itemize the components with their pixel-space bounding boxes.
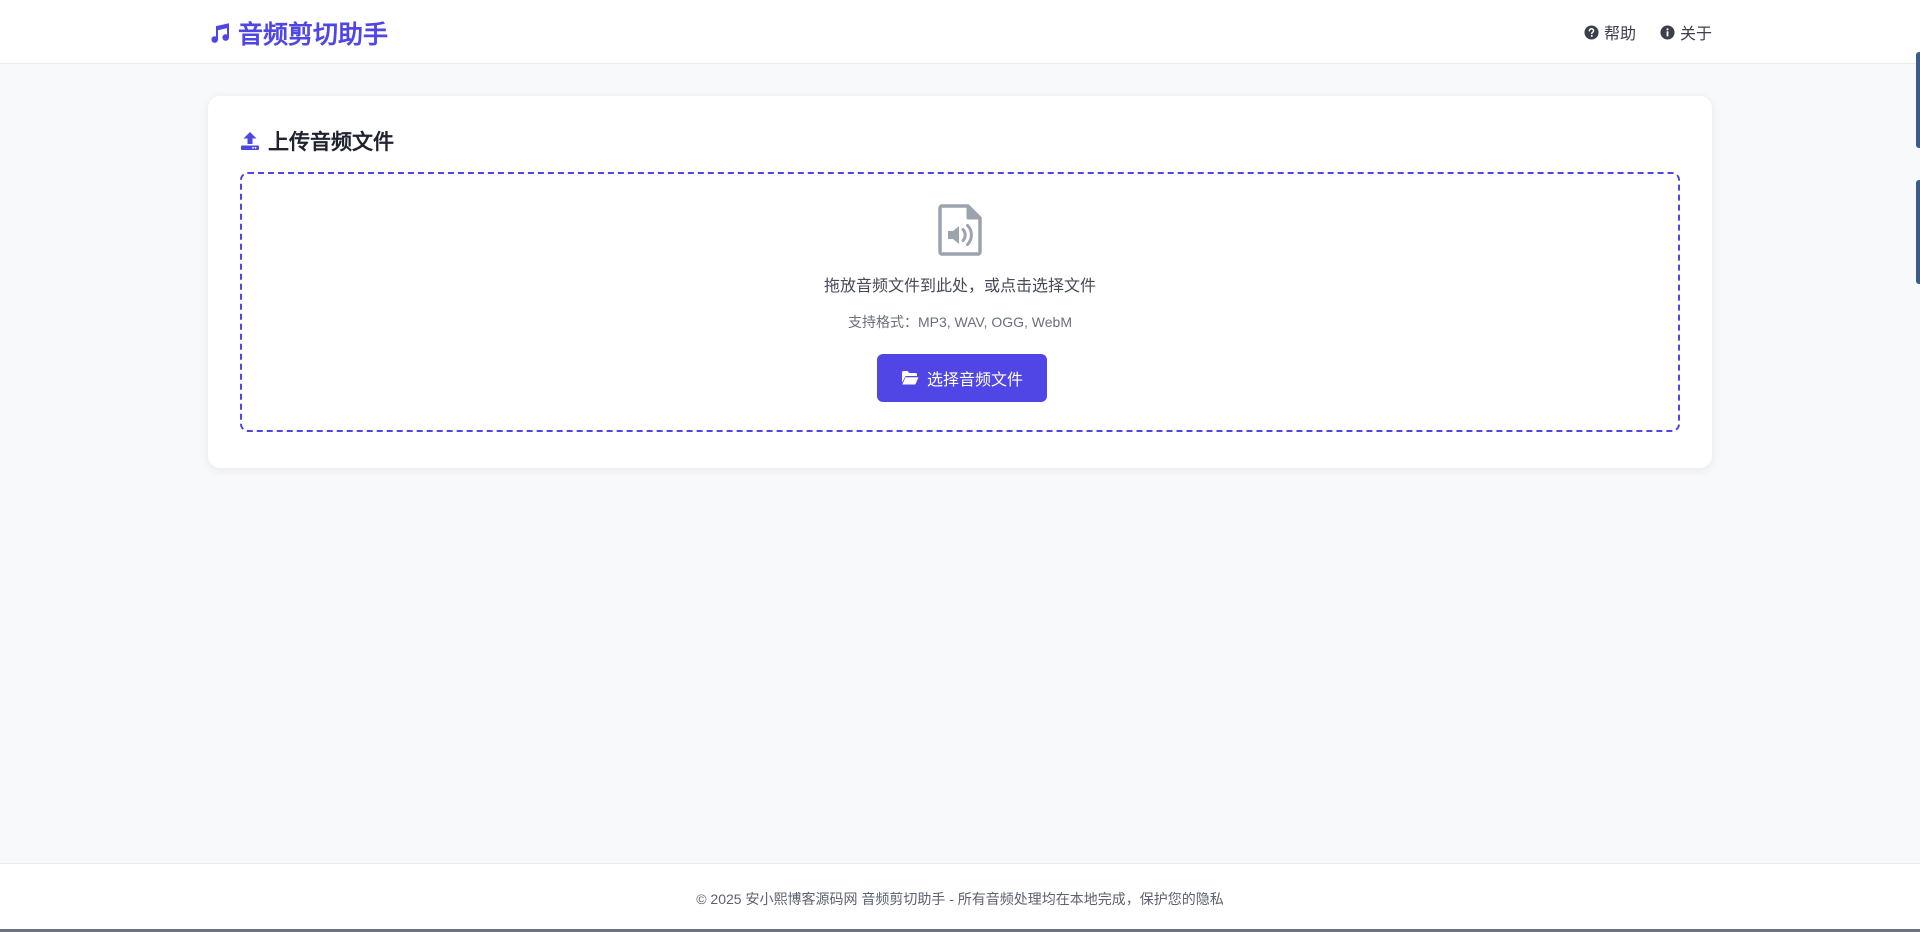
footer-copyright: © 2025 安小熙博客源码网 音频剪切助手 - 所有音频处理均在本地完成，保护… xyxy=(696,891,1224,907)
side-tab-upper[interactable] xyxy=(1916,52,1920,148)
app-title: 音频剪切助手 xyxy=(238,21,389,49)
nav-about[interactable]: 关于 xyxy=(1660,20,1712,44)
nav-about-label: 关于 xyxy=(1679,26,1712,43)
upload-icon xyxy=(240,131,260,151)
music-icon xyxy=(208,21,232,45)
page-footer: © 2025 安小熙博客源码网 音频剪切助手 - 所有音频处理均在本地完成，保护… xyxy=(0,863,1920,929)
upload-heading: 上传音频文件 xyxy=(240,128,394,154)
dropzone-instructions: 拖放音频文件到此处，或点击选择文件 xyxy=(823,278,1096,295)
select-audio-label: 选择音频文件 xyxy=(926,372,1023,389)
upload-title: 上传音频文件 xyxy=(268,131,394,154)
select-audio-button[interactable]: 选择音频文件 xyxy=(877,354,1047,402)
app-brand[interactable]: 音频剪切助手 xyxy=(208,16,388,50)
nav-help[interactable]: 帮助 xyxy=(1584,20,1636,44)
folder-open-icon xyxy=(901,370,919,386)
audio-file-icon xyxy=(938,204,984,256)
header-nav: 帮助 关于 xyxy=(1584,20,1712,44)
question-circle-icon xyxy=(1584,24,1599,40)
upload-card: 上传音频文件 拖放音频文件到此处，或点击选择文件 支持格式：MP3, WAV, … xyxy=(208,96,1712,468)
side-tab-lower[interactable] xyxy=(1916,180,1920,284)
info-circle-icon xyxy=(1660,24,1675,40)
top-header: 音频剪切助手 帮助 关于 xyxy=(0,0,1920,64)
supported-formats: 支持格式：MP3, WAV, OGG, WebM xyxy=(847,314,1073,330)
audio-dropzone[interactable]: 拖放音频文件到此处，或点击选择文件 支持格式：MP3, WAV, OGG, We… xyxy=(240,172,1680,432)
nav-help-label: 帮助 xyxy=(1603,26,1636,43)
